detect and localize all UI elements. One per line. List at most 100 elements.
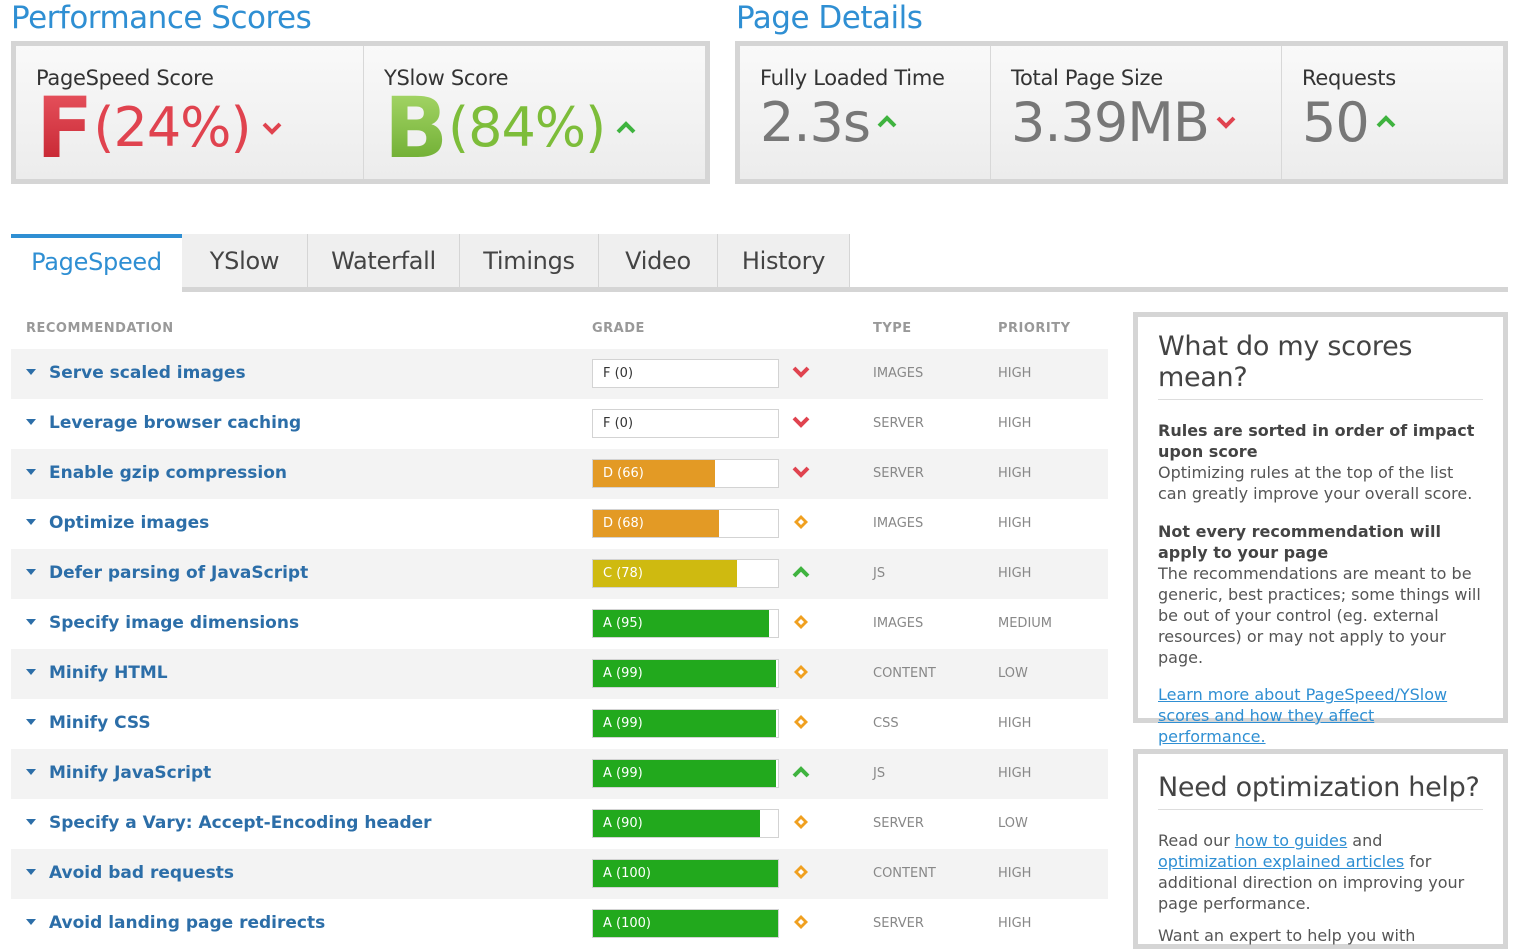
grade-label: F (0) [603, 416, 634, 431]
diamond-icon [794, 665, 808, 679]
help-text-part: and [1347, 831, 1383, 850]
recommendation-name[interactable]: Enable gzip compression [49, 463, 287, 483]
chevron-up-icon [792, 766, 810, 778]
recommendation-name[interactable]: Minify JavaScript [49, 763, 211, 783]
table-row[interactable]: Avoid bad requests A (100) CONTENT HIGH [11, 849, 1108, 899]
scores-help-panel: What do my scores mean? Rules are sorted… [1133, 312, 1508, 746]
table-row[interactable]: Serve scaled images F (0) IMAGES HIGH [11, 349, 1108, 399]
grade-bar: A (99) [592, 659, 779, 688]
table-row[interactable]: Avoid landing page redirects A (100) SERVE… [11, 899, 1108, 949]
expand-triangle-icon[interactable] [26, 719, 36, 725]
learn-more-link[interactable]: Learn more about PageSpeed/YSlow scores … [1158, 685, 1447, 746]
recommendation-name[interactable]: Serve scaled images [49, 363, 246, 383]
chevron-down-icon [262, 122, 281, 135]
expand-triangle-icon[interactable] [26, 819, 36, 825]
rule-type: JS [873, 766, 886, 781]
expand-triangle-icon[interactable] [26, 369, 36, 375]
grade-bar: F (0) [592, 359, 779, 388]
diamond-icon [794, 865, 808, 879]
pagespeed-score-cell: PageSpeed Score F (24%) [16, 46, 364, 179]
page-size-cell: Total Page Size 3.39MB [991, 46, 1282, 179]
recommendation-name[interactable]: Leverage browser caching [49, 413, 301, 433]
rule-priority: HIGH [998, 866, 1032, 881]
rule-priority: HIGH [998, 766, 1032, 781]
rule-type: CONTENT [873, 666, 936, 681]
chevron-down-icon [792, 366, 810, 378]
tab-history[interactable]: History [718, 234, 850, 287]
table-row[interactable]: Specify image dimensions A (95) IMAGES MEDI… [11, 599, 1108, 649]
chevron-down-icon [792, 466, 810, 478]
grade-bar: A (100) [592, 859, 779, 888]
load-time-value: 2.3s [760, 91, 871, 154]
rule-priority: HIGH [998, 566, 1032, 581]
details-title: Page Details [736, 0, 923, 36]
grade-bar: A (99) [592, 709, 779, 738]
diamond-icon [794, 515, 808, 529]
recommendation-name[interactable]: Avoid landing page redirects [49, 913, 325, 933]
expand-triangle-icon[interactable] [26, 569, 36, 575]
grade-label: A (99) [603, 766, 643, 781]
grade-label: A (100) [603, 916, 651, 931]
recommendation-name[interactable]: Specify image dimensions [49, 613, 299, 633]
how-to-guides-link[interactable]: how to guides [1235, 831, 1347, 850]
table-row[interactable]: Leverage browser caching F (0) SERVER HIGH [11, 399, 1108, 449]
expand-triangle-icon[interactable] [26, 669, 36, 675]
tab-yslow[interactable]: YSlow [182, 234, 308, 287]
chevron-up-icon [616, 121, 636, 134]
tab-waterfall[interactable]: Waterfall [308, 234, 460, 287]
scores-help-text-2: The recommendations are meant to be gene… [1158, 564, 1481, 667]
recommendation-name[interactable]: Optimize images [49, 513, 209, 533]
table-row[interactable]: Minify CSS A (99) CSS HIGH [11, 699, 1108, 749]
optimization-articles-link[interactable]: optimization explained articles [1158, 852, 1404, 871]
rule-priority: LOW [998, 816, 1028, 831]
rule-type: SERVER [873, 816, 924, 831]
expand-triangle-icon[interactable] [26, 419, 36, 425]
rule-priority: LOW [998, 666, 1028, 681]
scores-help-heading-1: Rules are sorted in order of impact upon… [1158, 421, 1475, 461]
rule-priority: MEDIUM [998, 616, 1053, 631]
recommendation-name[interactable]: Avoid bad requests [49, 863, 234, 883]
grade-label: F (0) [603, 366, 634, 381]
chevron-up-icon [877, 115, 897, 128]
chevron-up-icon [1376, 115, 1396, 128]
table-row[interactable]: Specify a Vary: Accept-Encoding header A … [11, 799, 1108, 849]
recommendation-name[interactable]: Minify CSS [49, 713, 151, 733]
requests-cell: Requests 50 [1282, 46, 1503, 179]
recommendation-name[interactable]: Specify a Vary: Accept-Encoding header [49, 813, 432, 833]
tab-video[interactable]: Video [599, 234, 718, 287]
tab-timings[interactable]: Timings [460, 234, 599, 287]
expand-triangle-icon[interactable] [26, 469, 36, 475]
expand-triangle-icon[interactable] [26, 619, 36, 625]
rule-priority: HIGH [998, 366, 1032, 381]
grade-label: A (95) [603, 616, 643, 631]
tab-pagespeed[interactable]: PageSpeed [11, 234, 182, 292]
chevron-down-icon [792, 416, 810, 428]
yslow-percent: (84%) [448, 96, 606, 159]
rule-type: SERVER [873, 416, 924, 431]
table-row[interactable]: Defer parsing of JavaScript C (78) JS HIGH [11, 549, 1108, 599]
grade-bar: A (99) [592, 759, 779, 788]
rule-type: IMAGES [873, 516, 924, 531]
table-row[interactable]: Enable gzip compression D (66) SERVER HIGH [11, 449, 1108, 499]
grade-label: C (78) [603, 566, 643, 581]
table-row[interactable]: Minify JavaScript A (99) JS HIGH [11, 749, 1108, 799]
expand-triangle-icon[interactable] [26, 769, 36, 775]
scores-help-text-1: Optimizing rules at the top of the list … [1158, 463, 1473, 503]
rule-priority: HIGH [998, 466, 1032, 481]
scores-help-heading-2: Not every recommendation will apply to y… [1158, 522, 1441, 562]
expand-triangle-icon[interactable] [26, 869, 36, 875]
grade-bar: A (100) [592, 909, 779, 938]
header-type: TYPE [873, 321, 912, 336]
table-row[interactable]: Optimize images D (68) IMAGES HIGH [11, 499, 1108, 549]
grade-bar: A (90) [592, 809, 779, 838]
diamond-icon [794, 915, 808, 929]
expand-triangle-icon[interactable] [26, 919, 36, 925]
recommendation-name[interactable]: Defer parsing of JavaScript [49, 563, 308, 583]
report-tabs: PageSpeed YSlow Waterfall Timings Video … [11, 234, 1508, 292]
recommendation-name[interactable]: Minify HTML [49, 663, 168, 683]
table-row[interactable]: Minify HTML A (99) CONTENT LOW [11, 649, 1108, 699]
grade-label: A (90) [603, 816, 643, 831]
expand-triangle-icon[interactable] [26, 519, 36, 525]
chevron-down-icon [1216, 116, 1236, 129]
help-text-part: Read our [1158, 831, 1235, 850]
